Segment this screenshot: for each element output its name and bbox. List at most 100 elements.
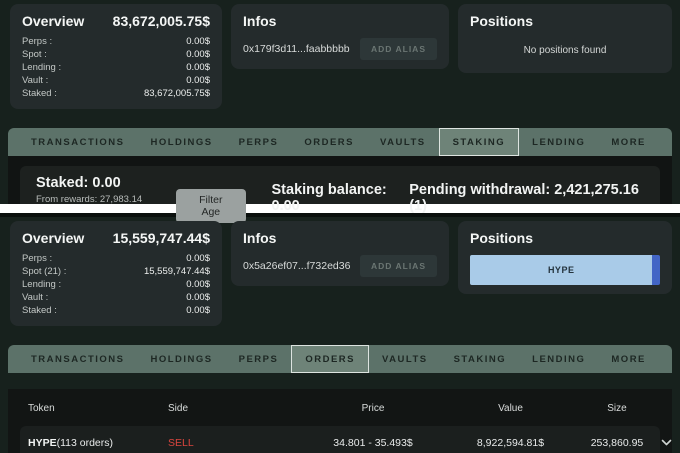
tab-transactions[interactable]: TRANSACTIONS <box>18 128 137 156</box>
row-value: 0.00$ <box>186 75 210 86</box>
row-value: 83,672,005.75$ <box>143 88 210 99</box>
cell-token: HYPE(113 orders) <box>28 437 168 449</box>
positions-distribution-bar: HYPE <box>470 255 660 285</box>
overview-card: Overview 83,672,005.75$ Perps : 0.00$ Sp… <box>10 4 222 109</box>
infos-address-row: 0x5a26ef07...f732ed36 ADD ALIAS <box>243 255 437 277</box>
orders-account-panel: Overview 15,559,747.44$ Perps : 0.00$ Sp… <box>0 217 680 453</box>
row-value: 0.00$ <box>186 36 210 47</box>
infos-address-row: 0x179f3d11...faabbbbb ADD ALIAS <box>243 38 437 60</box>
overview-breakdown: Perps : 0.00$ Spot (21) : 15,559,747.44$… <box>22 252 210 317</box>
row-label: Vault : <box>22 292 49 303</box>
overview-row-staked: Staked : 0.00$ <box>22 304 210 317</box>
overview-row-lending: Lending : 0.00$ <box>22 278 210 291</box>
add-alias-button[interactable]: ADD ALIAS <box>360 255 437 277</box>
row-label: Vault : <box>22 75 49 86</box>
tab-more[interactable]: MORE <box>598 128 659 156</box>
token-order-count: (113 orders) <box>56 437 114 449</box>
chevron-down-icon[interactable] <box>661 437 672 449</box>
overview-row-staked: Staked : 83,672,005.75$ <box>22 87 210 100</box>
positions-card: Positions No positions found <box>458 4 672 73</box>
overview-header: Overview 15,559,747.44$ <box>22 230 210 246</box>
overview-row-perps: Perps : 0.00$ <box>22 35 210 48</box>
staking-account-panel: Overview 83,672,005.75$ Perps : 0.00$ Sp… <box>0 0 680 246</box>
row-label: Spot : <box>22 49 47 60</box>
tab-perps[interactable]: PERPS <box>226 128 292 156</box>
position-bar-segment-hype[interactable]: HYPE <box>470 255 653 285</box>
header-token: Token <box>28 403 55 414</box>
row-value: 0.00$ <box>186 292 210 303</box>
header-size: Size <box>607 403 627 414</box>
wallet-address[interactable]: 0x179f3d11...faabbbbb <box>243 43 350 55</box>
add-alias-button[interactable]: ADD ALIAS <box>360 38 437 60</box>
positions-empty-text: No positions found <box>523 45 607 56</box>
positions-card: Positions HYPE <box>458 221 672 294</box>
cell-size: 253,860.95 <box>590 437 644 449</box>
pending-withdrawal: Pending withdrawal: 2,421,275.16 (1) <box>409 182 639 214</box>
positions-title: Positions <box>470 13 534 29</box>
row-label: Perps : <box>22 253 53 264</box>
row-value: 0.00$ <box>186 305 210 316</box>
summary-cards-row: Overview 83,672,005.75$ Perps : 0.00$ Sp… <box>0 0 680 109</box>
overview-total-value: 83,672,005.75$ <box>112 13 210 29</box>
cell-value: 8,922,594.81$ <box>476 437 545 449</box>
overview-total-value: 15,559,747.44$ <box>112 230 210 246</box>
tab-bar: TRANSACTIONS HOLDINGS PERPS ORDERS VAULT… <box>8 345 672 373</box>
row-value: 15,559,747.44$ <box>143 266 210 277</box>
infos-title: Infos <box>243 13 277 29</box>
header-side: Side <box>168 403 189 414</box>
tab-staking[interactable]: STAKING <box>441 345 520 373</box>
infos-card: Infos 0x179f3d11...faabbbbb ADD ALIAS <box>231 4 449 69</box>
token-name: HYPE <box>28 437 57 449</box>
tab-orders[interactable]: ORDERS <box>291 128 367 156</box>
header-price: Price <box>361 403 385 414</box>
overview-breakdown: Perps : 0.00$ Spot : 0.00$ Lending : 0.0… <box>22 35 210 100</box>
tab-lending[interactable]: LENDING <box>519 128 598 156</box>
row-label: Lending : <box>22 62 62 73</box>
overview-row-lending: Lending : 0.00$ <box>22 61 210 74</box>
wallet-address[interactable]: 0x5a26ef07...f732ed36 <box>243 260 350 272</box>
staked-from-rewards: From rewards: 27,983.14 <box>36 194 143 205</box>
table-row[interactable]: HYPE(113 orders) SELL 34.801 - 35.493$ 8… <box>20 426 672 453</box>
tab-orders[interactable]: ORDERS <box>291 345 369 373</box>
staked-block: Staked: 0.00 From rewards: 27,983.14 <box>36 175 176 205</box>
tab-vaults[interactable]: VAULTS <box>369 345 441 373</box>
cell-side: SELL <box>168 437 194 449</box>
tab-staking[interactable]: STAKING <box>438 128 520 156</box>
tab-holdings[interactable]: HOLDINGS <box>137 128 225 156</box>
row-value: 0.00$ <box>186 279 210 290</box>
overview-row-spot: Spot (21) : 15,559,747.44$ <box>22 265 210 278</box>
tab-vaults[interactable]: VAULTS <box>367 128 439 156</box>
row-label: Staked : <box>22 88 57 99</box>
header-value: Value <box>498 403 523 414</box>
row-label: Lending : <box>22 279 62 290</box>
row-label: Perps : <box>22 36 53 47</box>
overview-row-perps: Perps : 0.00$ <box>22 252 210 265</box>
positions-title: Positions <box>470 230 534 246</box>
overview-row-vault: Vault : 0.00$ <box>22 74 210 87</box>
position-bar-segment-other[interactable] <box>652 255 660 285</box>
summary-cards-row: Overview 15,559,747.44$ Perps : 0.00$ Sp… <box>0 217 680 326</box>
overview-card: Overview 15,559,747.44$ Perps : 0.00$ Sp… <box>10 221 222 326</box>
tab-perps[interactable]: PERPS <box>226 345 292 373</box>
tab-lending[interactable]: LENDING <box>519 345 598 373</box>
cell-expand <box>661 437 680 449</box>
orders-table-header: Token Side Price Value Size <box>8 389 672 426</box>
orders-table: Token Side Price Value Size HYPE(113 ord… <box>8 389 672 453</box>
staked-amount: Staked: 0.00 <box>36 175 121 191</box>
overview-header: Overview 83,672,005.75$ <box>22 13 210 29</box>
tab-transactions[interactable]: TRANSACTIONS <box>18 345 137 373</box>
row-value: 0.00$ <box>186 253 210 264</box>
filter-age-button[interactable]: Filter Age <box>176 189 246 223</box>
overview-row-vault: Vault : 0.00$ <box>22 291 210 304</box>
cell-price: 34.801 - 35.493$ <box>333 437 413 449</box>
infos-title: Infos <box>243 230 277 246</box>
tab-bar: TRANSACTIONS HOLDINGS PERPS ORDERS VAULT… <box>8 128 672 156</box>
overview-title: Overview <box>22 230 85 246</box>
overview-title: Overview <box>22 13 85 29</box>
row-label: Spot (21) : <box>22 266 67 277</box>
row-value: 0.00$ <box>186 49 210 60</box>
infos-card: Infos 0x5a26ef07...f732ed36 ADD ALIAS <box>231 221 449 286</box>
tab-holdings[interactable]: HOLDINGS <box>137 345 225 373</box>
tab-more[interactable]: MORE <box>598 345 659 373</box>
overview-row-spot: Spot : 0.00$ <box>22 48 210 61</box>
